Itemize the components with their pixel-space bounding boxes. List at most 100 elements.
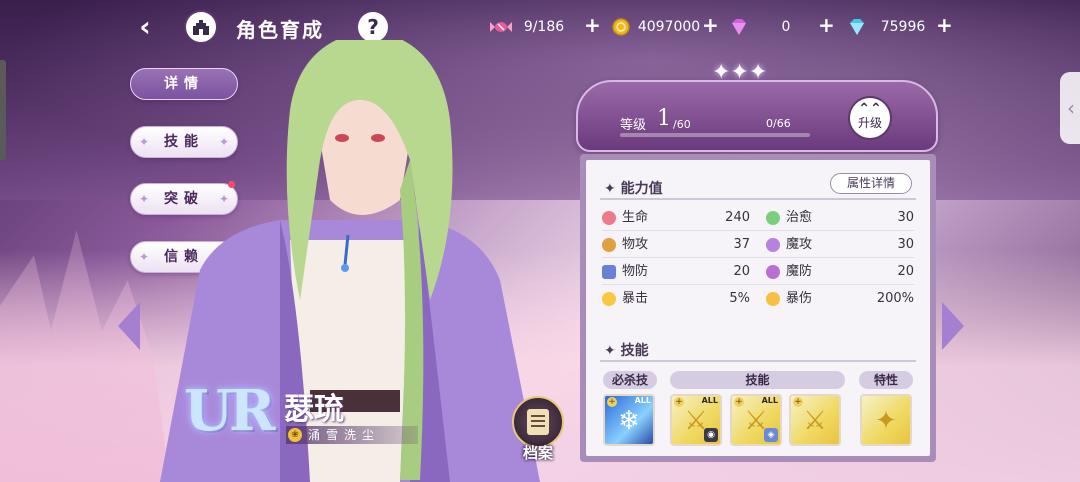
pink-gem-value: 0 <box>781 19 791 35</box>
skills-section-title: ✦ 技能 <box>604 340 649 360</box>
stat-value: 5% <box>729 291 750 306</box>
stat-value: 20 <box>733 264 750 279</box>
prev-character-arrow[interactable] <box>118 302 140 350</box>
heart-icon <box>602 211 616 225</box>
sparkle-icon: ✦ <box>604 181 621 197</box>
ultimate-skill-slot[interactable]: + ALL ❄ <box>603 394 655 446</box>
chevron-left-icon: ‹ <box>1067 96 1075 120</box>
element-icon: ❀ <box>288 428 302 442</box>
exp-progress-bar <box>620 133 810 137</box>
back-arrow-icon: ‹ <box>139 10 151 43</box>
stat-value: 200% <box>876 291 914 306</box>
archive-button[interactable]: 档案 <box>508 396 568 462</box>
stat-value: 20 <box>897 264 914 279</box>
section-divider <box>600 198 916 200</box>
archive-icon-frame <box>512 396 564 448</box>
all-target-label: ALL <box>634 396 651 405</box>
stat-mdef: 魔防 20 <box>766 261 914 283</box>
character-title: 涌雪洗尘 <box>286 426 418 444</box>
character-name: 瑟琉 <box>284 392 344 427</box>
fist-icon <box>602 238 616 252</box>
stat-heal: 治愈 30 <box>766 207 914 229</box>
page-title: 角色育成 <box>236 18 324 42</box>
sparkle-icon: ✦ <box>139 250 150 264</box>
sword-icon: ⚔ <box>803 406 827 436</box>
gold-add-button[interactable]: + <box>702 13 719 37</box>
section-divider <box>600 360 916 362</box>
stat-value: 37 <box>733 237 750 252</box>
home-button[interactable] <box>184 10 218 44</box>
gold-value: 4097000 <box>637 19 701 35</box>
level-value: 1 <box>657 106 671 131</box>
stat-name: 治愈 <box>786 210 813 225</box>
stat-name: 暴伤 <box>786 291 813 306</box>
castle-home-icon <box>193 20 209 35</box>
upgrade-button[interactable]: ⌃⌃ 升级 <box>848 96 892 140</box>
shield-badge-icon: ◈ <box>764 428 778 442</box>
eye-badge-icon: ◉ <box>704 428 718 442</box>
back-button[interactable]: ‹ <box>128 10 162 44</box>
star-cluster-icon: ✦✦✦ <box>712 60 768 85</box>
candy-value: 9/186 <box>523 19 565 35</box>
pink-diamond-icon <box>732 19 746 35</box>
all-target-label: ALL <box>701 396 718 405</box>
book-icon <box>527 409 549 435</box>
stat-crit: 暴击 5% <box>602 288 750 310</box>
blue-diamond-icon <box>850 19 864 35</box>
stat-name: 魔攻 <box>786 237 813 252</box>
row-divider <box>602 257 914 258</box>
skill-slot-2[interactable]: + ALL ⚔ ◈ <box>730 394 782 446</box>
pink-gem-add-button[interactable]: + <box>818 13 835 37</box>
stats-section-title: ✦ 能力值 <box>604 178 663 198</box>
sparkle-crit-icon <box>602 292 616 306</box>
wand-icon <box>766 238 780 252</box>
stat-value: 30 <box>897 210 914 225</box>
stat-name: 物攻 <box>622 237 649 252</box>
rarity-badge: UR <box>184 378 275 444</box>
sparkle-icon: ✦ <box>139 135 150 149</box>
trait-slot[interactable]: ✦ <box>860 394 912 446</box>
archive-label: 档案 <box>522 444 553 462</box>
star-compass-icon: ✦ <box>875 406 897 436</box>
heal-heart-icon <box>766 211 780 225</box>
trait-tag: 特性 <box>859 371 913 389</box>
skill-slot-3[interactable]: + ⚔ <box>789 394 841 446</box>
blue-gem-value: 75996 <box>880 19 926 35</box>
stat-name: 物防 <box>622 264 649 279</box>
row-divider <box>602 230 914 231</box>
gold-coin-icon <box>612 18 630 36</box>
ice-slash-icon: ❄ <box>618 406 640 436</box>
side-drawer-tab[interactable]: ‹ <box>1060 72 1080 144</box>
blue-gem-add-button[interactable]: + <box>936 13 953 37</box>
normal-skill-tag: 技能 <box>670 371 845 389</box>
stat-pdef: 物防 20 <box>602 261 750 283</box>
sparkle-icon: ✦ <box>604 343 621 359</box>
resource-pink-gem: 0 + <box>728 13 840 39</box>
stat-name: 生命 <box>622 210 649 225</box>
double-chevron-up-icon: ⌃⌃ <box>858 101 882 117</box>
stat-patk: 物攻 37 <box>602 234 750 256</box>
skills-section-label: 技能 <box>620 343 649 359</box>
candy-add-button[interactable]: + <box>584 13 601 37</box>
stat-crit-dmg: 暴伤 200% <box>766 288 914 310</box>
screen-edge-handle <box>0 60 6 160</box>
stat-value: 30 <box>897 237 914 252</box>
next-character-arrow[interactable] <box>942 302 964 350</box>
skill-slot-1[interactable]: + ALL ⚔ ◉ <box>670 394 722 446</box>
help-button[interactable]: ? <box>358 12 388 42</box>
row-divider <box>602 284 914 285</box>
stat-name: 魔防 <box>786 264 813 279</box>
level-label: 等级 <box>620 118 647 133</box>
resource-gold: 4097000 + <box>610 13 722 39</box>
upgrade-label: 升级 <box>857 116 882 130</box>
candy-icon <box>490 22 512 32</box>
stat-name: 暴击 <box>622 291 649 306</box>
all-target-label: ALL <box>761 396 778 405</box>
stat-value: 240 <box>725 210 750 225</box>
stat-matk: 魔攻 30 <box>766 234 914 256</box>
attribute-details-button[interactable]: 属性详情 <box>830 173 912 194</box>
sparkle-icon: ✦ <box>139 192 150 206</box>
resource-blue-gem: 75996 + <box>846 13 958 39</box>
exp-value: 0/66 <box>766 117 791 130</box>
shield-icon <box>602 265 616 279</box>
